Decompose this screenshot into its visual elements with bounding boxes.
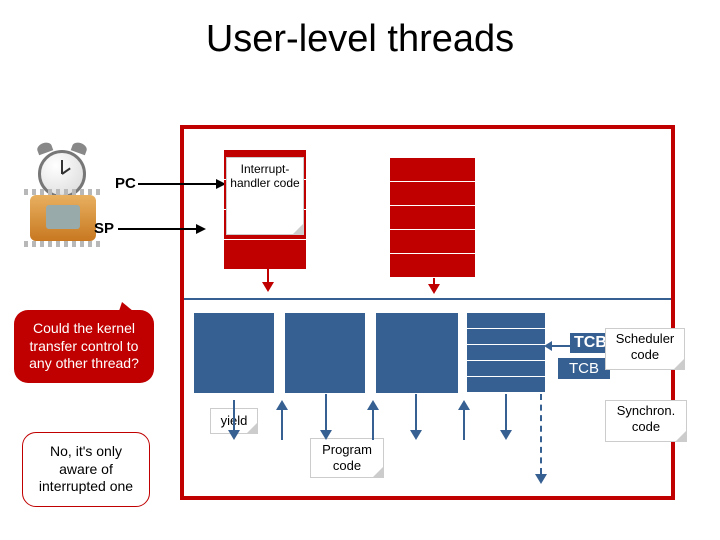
interrupt-handler-note: Interrupt-handler code — [226, 157, 304, 235]
answer-callout: No, it's only aware of interrupted one — [22, 432, 150, 507]
user-stack-1 — [194, 313, 274, 393]
scheduler-note: Scheduler code — [605, 328, 685, 370]
synchron-text: Synchron. code — [617, 403, 676, 434]
pc-pointer-arrow — [138, 183, 224, 185]
sp-pointer-arrow — [118, 228, 204, 230]
program-code-text: Program code — [322, 442, 372, 473]
kernel-stack-arrow — [262, 268, 274, 292]
interrupt-handler-text: Interrupt-handler code — [230, 162, 299, 190]
synchron-note: Synchron. code — [605, 400, 687, 442]
tcb-link-arrow — [552, 345, 570, 347]
tcb-label-bottom: TCB — [558, 358, 610, 379]
question-callout-tail — [116, 302, 144, 320]
user-stack-2 — [285, 313, 365, 393]
question-callout: Could the kernel transfer control to any… — [14, 310, 154, 383]
user-arrow-down-2 — [320, 394, 332, 440]
sp-label: SP — [94, 220, 114, 237]
pc-label: PC — [115, 175, 136, 192]
user-stack-4 — [467, 313, 545, 393]
program-code-note: Program code — [310, 438, 384, 478]
user-arrow-up-1 — [276, 400, 288, 440]
user-stack-3 — [376, 313, 458, 393]
kernel-user-divider — [184, 298, 671, 300]
user-arrow-down-3 — [410, 394, 422, 440]
kernel-stack-2 — [390, 158, 475, 278]
page-title: User-level threads — [0, 0, 720, 61]
cpu-chip-icon — [30, 195, 96, 241]
user-arrow-up-3 — [458, 400, 470, 440]
user-arrow-down-1 — [228, 400, 240, 440]
scheduler-text: Scheduler code — [616, 331, 675, 362]
user-arrow-down-4 — [500, 394, 512, 440]
answer-text: No, it's only aware of interrupted one — [39, 443, 133, 494]
kernel-stack-2-arrow — [428, 278, 440, 294]
question-text: Could the kernel transfer control to any… — [29, 320, 139, 371]
user-arrow-up-2 — [367, 400, 379, 440]
user-arrow-dashed — [535, 394, 547, 484]
